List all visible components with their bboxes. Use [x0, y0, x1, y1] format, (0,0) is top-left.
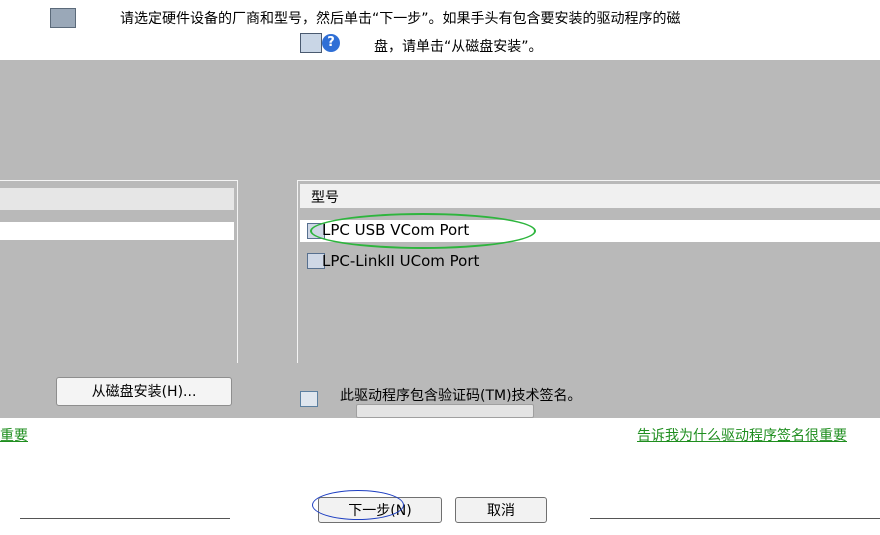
model-header-label: 型号	[311, 190, 339, 206]
signature-certificate-icon	[300, 391, 318, 407]
disk-book-icon	[300, 33, 322, 53]
horizontal-scrollbar[interactable]	[356, 404, 534, 418]
cancel-button[interactable]: 取消	[455, 497, 547, 523]
have-disk-button[interactable]: 从磁盘安装(H)...	[56, 377, 232, 406]
signature-status-text: 此驱动程序包含验证码(TM)技术签名。	[340, 388, 582, 404]
model-item-lpc-linkii-ucom[interactable]: LPC-LinkII UCom Port	[322, 252, 479, 270]
help-icon: ?	[322, 34, 340, 52]
footer-divider-right	[590, 518, 880, 519]
hardware-icon	[50, 8, 76, 28]
driver-signing-info-link[interactable]: 告诉我为什么驱动程序签名很重要	[637, 425, 847, 445]
footer-divider-left	[20, 518, 230, 519]
manufacturer-list-header	[0, 188, 234, 210]
model-list-header	[300, 184, 880, 208]
model-item-lpc-usb-vcom[interactable]: LPC USB VCom Port	[322, 221, 469, 239]
instruction-text-line2: 盘，请单击“从磁盘安装”。	[374, 39, 543, 55]
next-button[interactable]: 下一步(N)	[318, 497, 442, 523]
left-link-fragment[interactable]: 重要	[0, 425, 28, 445]
instruction-text-line1: 请选定硬件设备的厂商和型号，然后单击“下一步”。如果手头有包含要安装的驱动程序的…	[120, 11, 681, 27]
manufacturer-selected-row[interactable]	[0, 222, 234, 240]
